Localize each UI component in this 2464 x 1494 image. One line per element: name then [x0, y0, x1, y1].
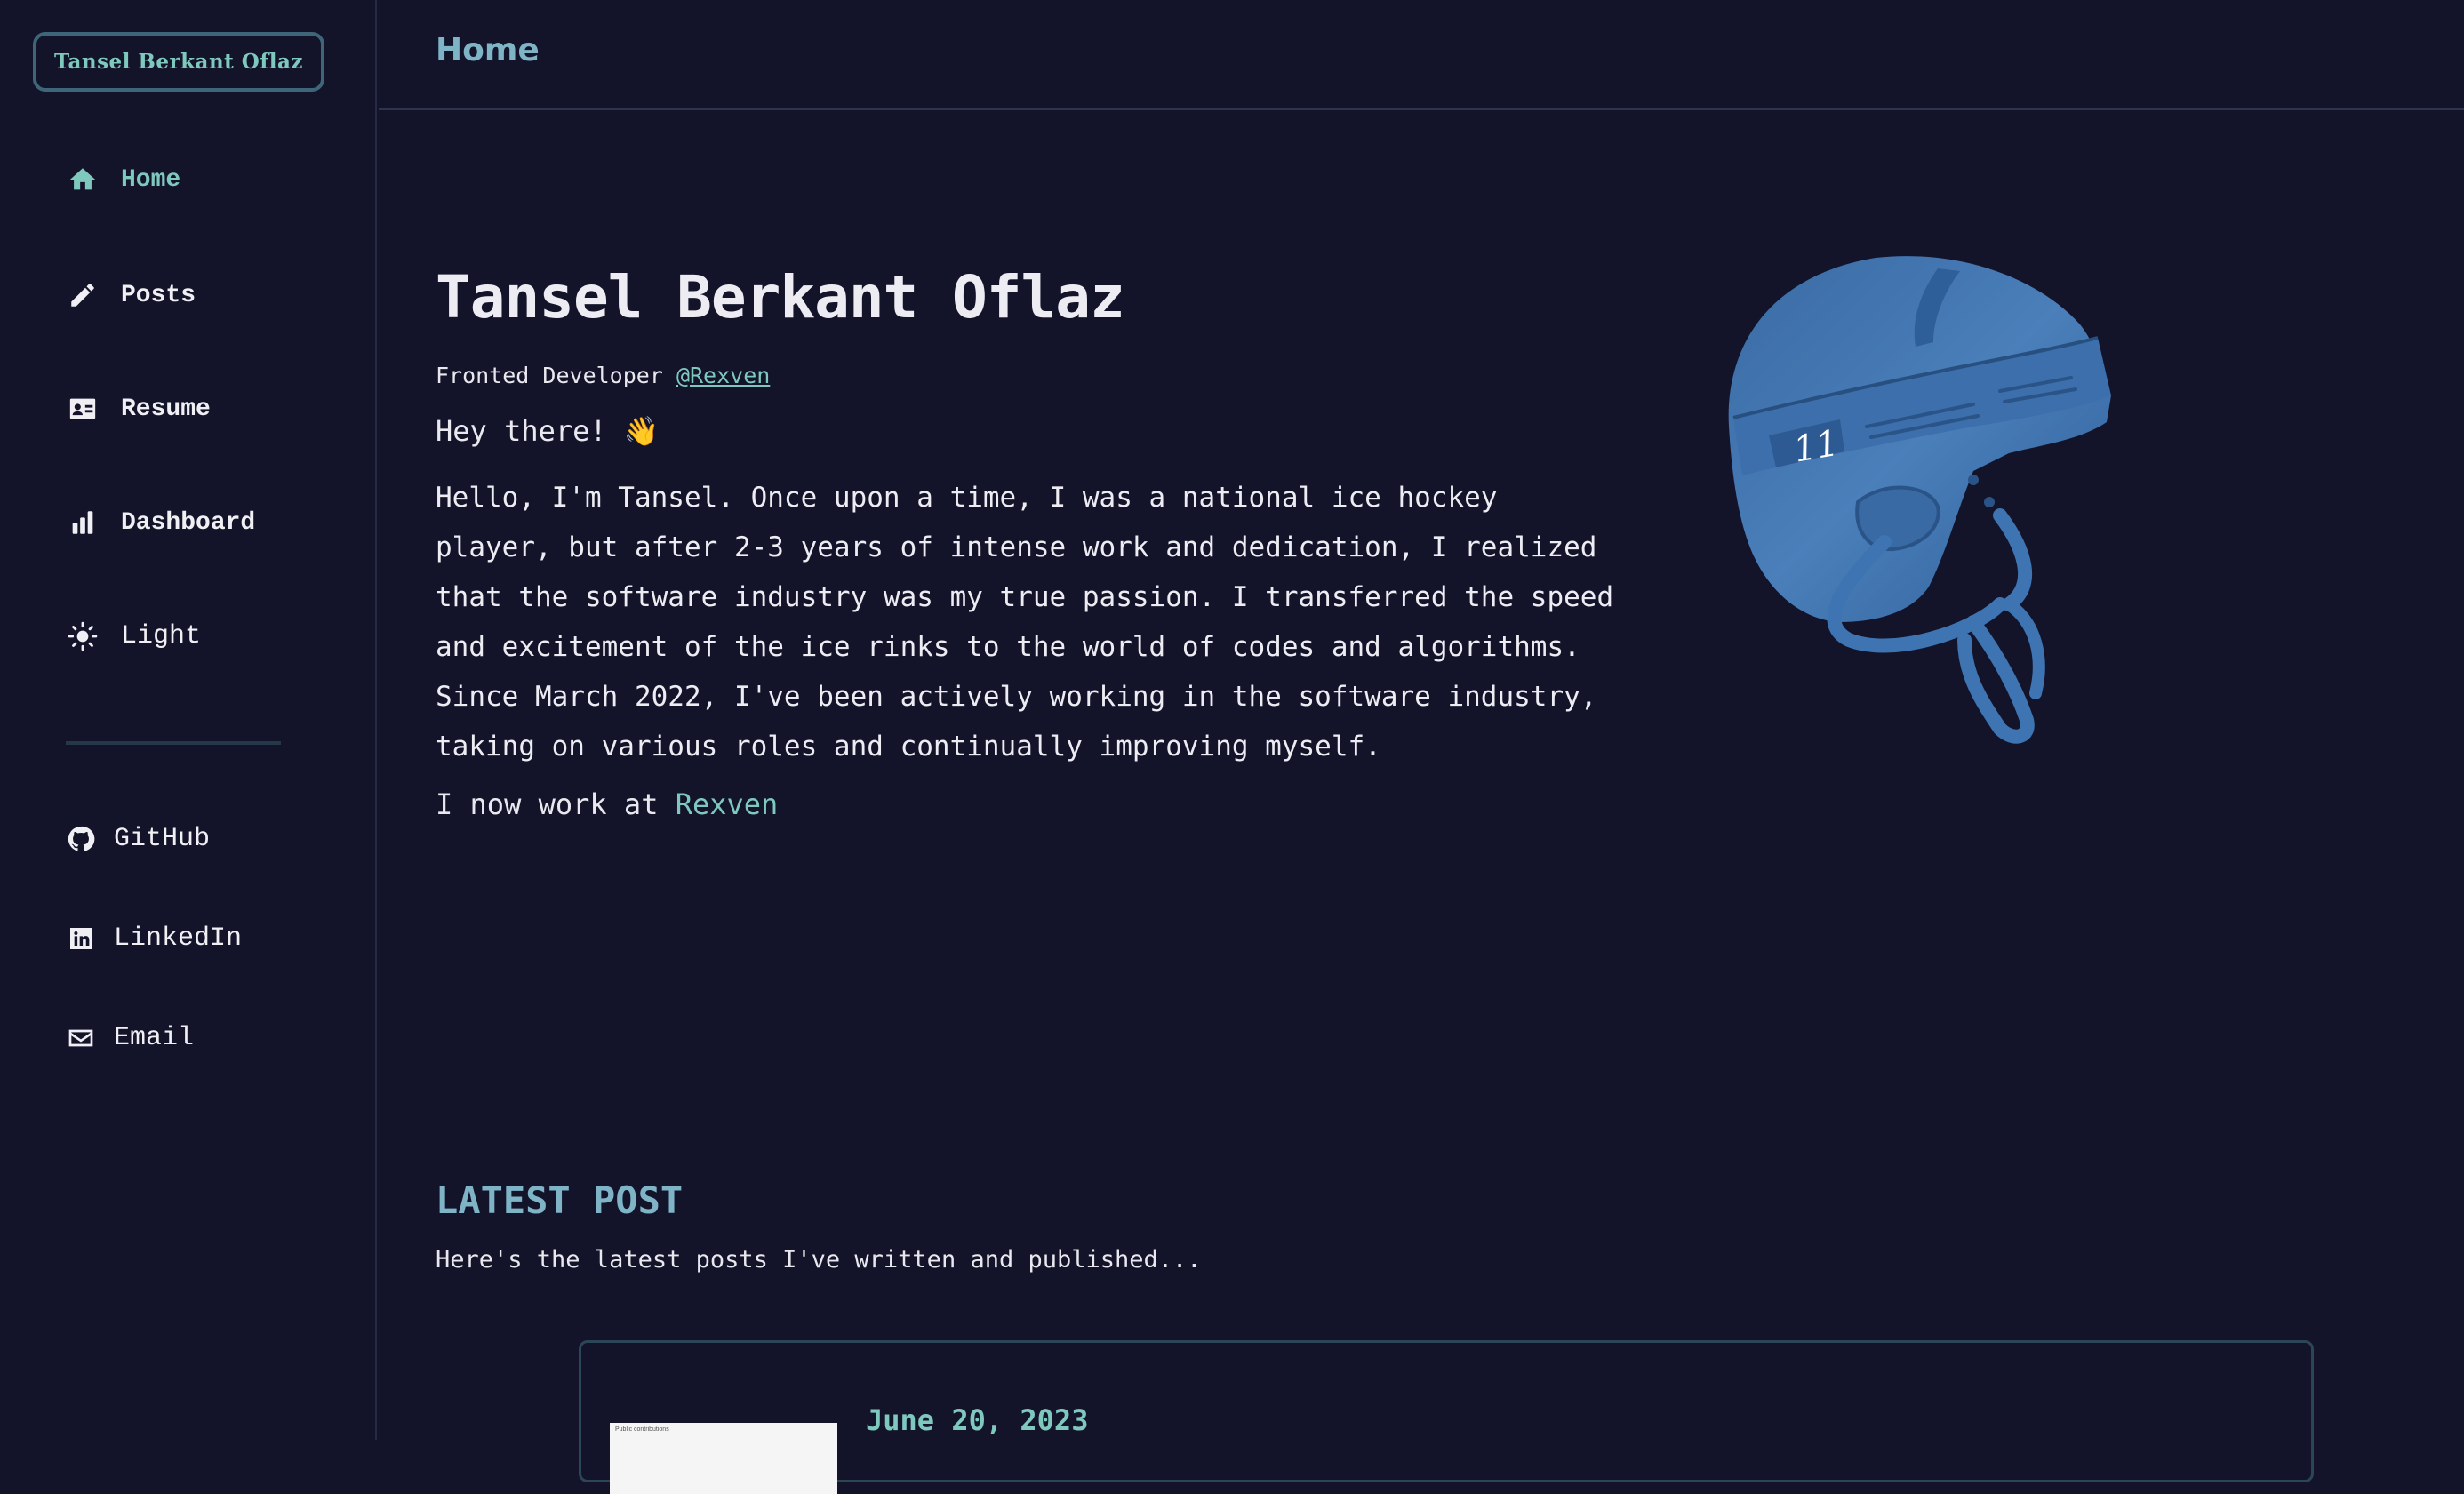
- linkedin-icon: [66, 923, 96, 954]
- social-label: Email: [114, 1023, 195, 1053]
- hockey-helmet-illustration: 11: [1728, 256, 2111, 744]
- mail-icon: [66, 1023, 96, 1053]
- nav-item-label: Posts: [121, 281, 196, 309]
- helmet-number: 11: [1790, 423, 1842, 471]
- id-card-icon: [66, 392, 100, 426]
- hero-subtitle: Fronted Developer @Rexven: [436, 363, 770, 388]
- top-header: Home: [379, 0, 2464, 110]
- latest-post-card[interactable]: Public contributions June 20, 2023: [579, 1340, 2314, 1494]
- nav-item-home[interactable]: Home: [66, 153, 180, 206]
- post-thumbnail: Public contributions: [610, 1423, 837, 1494]
- bar-chart-icon: [66, 506, 100, 539]
- current-work: I now work at Rexven: [436, 787, 778, 821]
- hero-name: Tansel Berkant Oflaz: [436, 263, 1125, 332]
- nav-item-label: Light: [121, 621, 202, 651]
- social-link-email[interactable]: Email: [66, 1013, 194, 1063]
- nav-item-label: Home: [121, 165, 181, 194]
- social-label: LinkedIn: [114, 923, 243, 954]
- nav-item-resume[interactable]: Resume: [66, 382, 211, 435]
- post-thumbnail-caption: Public contributions: [615, 1426, 669, 1433]
- theme-toggle-button[interactable]: Light: [66, 610, 201, 663]
- nav-item-label: Resume: [121, 395, 211, 423]
- sidebar-divider: [66, 741, 281, 745]
- hero-bio: Hello, I'm Tansel. Once upon a time, I w…: [436, 482, 1614, 763]
- latest-post-heading: LATEST POST: [436, 1178, 684, 1222]
- nav-item-posts[interactable]: Posts: [66, 268, 196, 322]
- brand-logo-button[interactable]: Tansel Berkant Oflaz: [33, 32, 324, 92]
- social-link-linkedin[interactable]: LinkedIn: [66, 914, 242, 963]
- company-handle-link[interactable]: @Rexven: [676, 363, 770, 388]
- hero-role: Fronted Developer: [436, 363, 663, 388]
- nav-item-label: Dashboard: [121, 508, 256, 537]
- social-link-github[interactable]: GitHub: [66, 814, 210, 864]
- company-link[interactable]: Rexven: [676, 787, 779, 821]
- nav-item-dashboard[interactable]: Dashboard: [66, 496, 255, 549]
- sidebar: Tansel Berkant Oflaz Home Posts Resume D…: [0, 0, 377, 1440]
- hero-greeting: Hey there! 👋: [436, 414, 660, 448]
- github-icon: [66, 824, 96, 854]
- latest-post-subtitle: Here's the latest posts I've written and…: [436, 1246, 1202, 1274]
- work-prefix: I now work at: [436, 787, 659, 821]
- page-title: Home: [436, 32, 540, 68]
- home-icon: [66, 163, 100, 196]
- sun-icon: [66, 619, 100, 653]
- pencil-icon: [66, 278, 100, 312]
- post-date: June 20, 2023: [866, 1403, 1089, 1437]
- social-label: GitHub: [114, 824, 211, 854]
